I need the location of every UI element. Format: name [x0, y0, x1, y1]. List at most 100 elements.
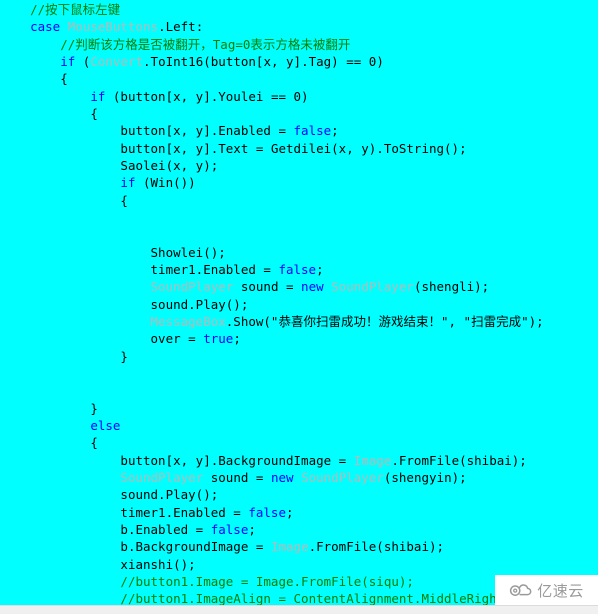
code-token: ;	[233, 331, 241, 347]
code-token: false	[293, 123, 332, 139]
code-line: b.BackgroundImage = Image.FromFile(shiba…	[0, 538, 598, 555]
code-token: if	[120, 175, 136, 191]
code-token: (Win())	[135, 175, 196, 191]
code-line: case MouseButtons.Left:	[0, 18, 598, 35]
code-token: false	[210, 521, 249, 537]
code-line: sound.Play();	[0, 296, 598, 313]
code-token: new	[301, 279, 324, 295]
code-line: if (Convert.ToInt16(button[x, y].Tag) ==…	[0, 53, 598, 70]
code-line: button[x, y].Text = Getdilei(x, y).ToStr…	[0, 140, 598, 157]
code-token: b.Enabled =	[120, 521, 211, 537]
code-token: {	[90, 105, 98, 121]
code-token: button[x, y].Text = Getdilei(x, y).ToStr…	[120, 140, 467, 156]
code-line: button[x, y].BackgroundImage = Image.Fro…	[0, 452, 598, 469]
code-line: SoundPlayer sound = new SoundPlayer(shen…	[0, 469, 598, 486]
code-line: timer1.Enabled = false;	[0, 504, 598, 521]
code-token: button[x, y].BackgroundImage =	[120, 452, 354, 468]
code-line: {	[0, 70, 598, 87]
code-line: }	[0, 348, 598, 365]
code-line: over = true;	[0, 330, 598, 347]
code-token: b.BackgroundImage =	[120, 539, 271, 555]
code-token: timer1.Enabled =	[120, 504, 249, 520]
code-token: Saolei(x, y);	[120, 157, 219, 173]
code-token: if	[90, 88, 106, 104]
code-token: (	[75, 53, 91, 69]
code-token: false	[248, 504, 286, 520]
code-line: {	[0, 192, 598, 209]
code-line: {	[0, 434, 598, 451]
code-token: sound.Play();	[150, 296, 249, 312]
screenshot-root: //按下鼠标左键 case MouseButtons.Left: //判断该方格…	[0, 0, 598, 614]
code-token: SoundPlayer	[120, 469, 204, 485]
code-token: sound.Play();	[120, 487, 219, 503]
code-token: SoundPlayer	[301, 469, 384, 485]
code-token: ;	[248, 521, 256, 537]
code-line: ​	[0, 226, 598, 243]
code-token: xianshi();	[120, 556, 196, 572]
code-line: //判断该方格是否被翻开，Tag=0表示方格未被翻开	[0, 36, 598, 53]
code-token: .FromFile(shibai);	[391, 452, 527, 468]
code-token: if	[60, 53, 76, 69]
watermark-badge: 亿速云	[495, 575, 598, 605]
code-line: xianshi();	[0, 556, 598, 573]
code-token: else	[90, 417, 121, 433]
code-token: timer1.Enabled =	[150, 261, 279, 277]
code-token: (button[x, y].Youlei == 0)	[105, 88, 309, 104]
code-line: if (Win())	[0, 174, 598, 191]
code-token: (shengyin);	[383, 469, 467, 485]
code-line: ​	[0, 365, 598, 382]
watermark-label: 亿速云	[537, 581, 584, 600]
code-token: }	[90, 400, 98, 416]
code-line: SoundPlayer sound = new SoundPlayer(shen…	[0, 278, 598, 295]
code-token: Convert	[90, 53, 144, 69]
code-line: else	[0, 417, 598, 434]
code-listing[interactable]: //按下鼠标左键 case MouseButtons.Left: //判断该方格…	[0, 1, 598, 614]
code-token: Image	[270, 539, 309, 555]
code-token: true	[203, 331, 234, 347]
code-token: false	[278, 261, 317, 277]
code-token: }	[120, 348, 128, 364]
code-token: ;	[286, 504, 294, 520]
code-token: .Show("恭喜你扫雷成功！游戏结束！", "扫雷完成");	[225, 313, 544, 329]
code-line: timer1.Enabled = false;	[0, 261, 598, 278]
code-token: //判断该方格是否被翻开，Tag=0表示方格未被翻开	[60, 36, 351, 52]
code-token: //按下鼠标左键	[30, 2, 121, 17]
code-token: Image	[353, 452, 392, 468]
code-line: sound.Play();	[0, 486, 598, 503]
code-token: sound =	[233, 279, 302, 295]
code-line: b.Enabled = false;	[0, 521, 598, 538]
code-token: {	[90, 435, 98, 451]
code-token: button[x, y].Enabled =	[120, 123, 294, 139]
code-line: ​	[0, 382, 598, 399]
code-token: .ToInt16(button[x, y].Tag) == 0)	[143, 53, 384, 69]
code-editor-surface[interactable]: //按下鼠标左键 case MouseButtons.Left: //判断该方格…	[0, 0, 598, 614]
code-token: .FromFile(shibai);	[308, 539, 445, 555]
code-token: {	[120, 192, 128, 208]
code-token: SoundPlayer	[331, 279, 414, 295]
